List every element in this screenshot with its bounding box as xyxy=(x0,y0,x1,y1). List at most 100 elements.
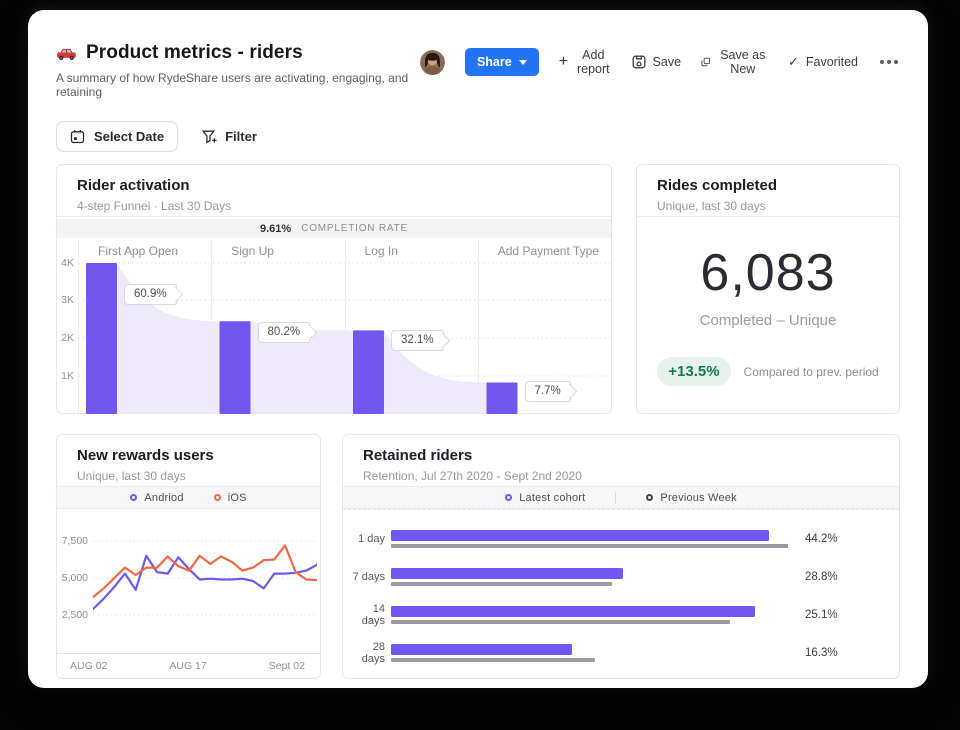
card-subtitle: 4-step Funnel · Last 30 Days xyxy=(77,199,591,213)
save-as-new-button[interactable]: Save as New xyxy=(701,48,768,76)
retention-row-label: 7 days xyxy=(349,571,385,583)
favorited-button[interactable]: ✓ Favorited xyxy=(788,54,858,70)
share-button[interactable]: Share xyxy=(465,48,539,76)
legend-ring-icon xyxy=(646,494,653,501)
page-subtitle: A summary of how RydeShare users are act… xyxy=(56,71,420,99)
funnel-step-header: Log In xyxy=(345,240,478,262)
line-chart[interactable]: 7,500 5,000 2,500 xyxy=(57,509,320,653)
funnel-plot[interactable]: 4K3K2K1K60.9%80.2%32.1%7.7% xyxy=(78,262,611,414)
retention-bar-previous xyxy=(391,620,730,624)
filter-row: Select Date Filter xyxy=(56,121,900,152)
y-axis-tick: 7,500 xyxy=(57,535,88,547)
legend-item-ios[interactable]: iOS xyxy=(214,492,247,504)
funnel-step-headers: First App OpenSign UpLog InAdd Payment T… xyxy=(78,240,611,262)
completion-rate-label: COMPLETION RATE xyxy=(301,223,408,234)
legend-label: iOS xyxy=(228,492,247,504)
conversion-rate-badge: 60.9% xyxy=(124,284,177,305)
retention-row-value: 44.2% xyxy=(791,533,877,545)
retention-bar-current xyxy=(391,606,755,617)
legend-label: Latest cohort xyxy=(519,492,585,504)
retention-row-value: 25.1% xyxy=(791,609,877,621)
calendar-icon xyxy=(70,129,85,144)
legend-item-previous-week[interactable]: Previous Week xyxy=(646,492,736,504)
metric-label: Completed – Unique xyxy=(700,312,837,329)
legend-label: Previous Week xyxy=(660,492,736,504)
retention-row-value: 16.3% xyxy=(791,647,877,659)
y-axis-tick: 3K xyxy=(57,294,74,306)
retention-row-label: 28 days xyxy=(349,641,385,665)
legend-item-andriod[interactable]: Andriod xyxy=(130,492,183,504)
x-axis-tick: AUG 02 xyxy=(70,660,107,672)
retention-bar-current xyxy=(391,644,572,655)
dashboard-canvas: Product metrics - riders A summary of ho… xyxy=(28,10,928,688)
card-title: Rides completed xyxy=(657,177,879,194)
retention-rows: 1 day 44.2% 7 days 28.8% 14 days 25.1% 28 days… xyxy=(343,509,899,672)
card-subtitle: Retention, Jul 27th 2020 - Sept 2nd 2020 xyxy=(363,469,879,483)
completion-rate-bar: 9.61% COMPLETION RATE xyxy=(57,219,611,238)
legend-divider xyxy=(615,492,616,504)
retention-row: 14 days 25.1% xyxy=(343,596,899,634)
retention-bar-current xyxy=(391,568,623,579)
y-axis-tick: 1K xyxy=(57,370,74,382)
delta-badge: +13.5% xyxy=(657,357,730,386)
new-rewards-users-card: New rewards users Unique, last 30 days A… xyxy=(56,434,321,679)
legend-ring-icon xyxy=(130,494,137,501)
y-axis-tick: 5,000 xyxy=(57,572,88,584)
retention-bar-track xyxy=(391,568,791,586)
chevron-down-icon xyxy=(519,60,527,65)
card-header: Rides completed Unique, last 30 days xyxy=(637,165,899,217)
y-axis-tick: 2,500 xyxy=(57,609,88,621)
card-header: Rider activation 4-step Funnel · Last 30… xyxy=(57,165,611,217)
card-header: Retained riders Retention, Jul 27th 2020… xyxy=(343,435,899,487)
retention-bar-previous xyxy=(391,544,788,548)
legend-ring-icon xyxy=(214,494,221,501)
more-options-icon[interactable] xyxy=(878,56,900,68)
retention-bar-current xyxy=(391,530,769,541)
retention-row-value: 28.8% xyxy=(791,571,877,583)
save-button[interactable]: Save xyxy=(632,55,682,69)
card-title: New rewards users xyxy=(77,447,300,464)
filter-icon xyxy=(202,130,217,144)
title-block: Product metrics - riders A summary of ho… xyxy=(56,42,420,99)
card-title: Retained riders xyxy=(363,447,879,464)
retention-row-label: 1 day xyxy=(349,533,385,545)
retention-row: 28 days 16.3% xyxy=(343,634,899,672)
retention-legend: Latest cohort Previous Week xyxy=(343,487,899,509)
legend-label: Andriod xyxy=(144,492,183,504)
conversion-rate-badge: 80.2% xyxy=(258,322,311,343)
funnel-chart: First App OpenSign UpLog InAdd Payment T… xyxy=(78,240,611,414)
retention-bar-previous xyxy=(391,582,612,586)
conversion-rate-badge: 7.7% xyxy=(525,381,571,402)
funnel-step-header: First App Open xyxy=(78,240,211,262)
legend-item-latest-cohort[interactable]: Latest cohort xyxy=(505,492,585,504)
page-title: Product metrics - riders xyxy=(86,42,303,64)
y-axis-tick: 2K xyxy=(57,332,74,344)
top-bar: Product metrics - riders A summary of ho… xyxy=(56,10,900,99)
copy-icon xyxy=(701,55,711,69)
retention-bar-track xyxy=(391,530,791,548)
x-axis-tick: Sept 02 xyxy=(269,660,305,672)
completion-rate-value: 9.61% xyxy=(260,223,291,235)
delta-note: Compared to prev. period xyxy=(744,365,879,379)
x-axis-labels: AUG 02AUG 17Sept 02 xyxy=(57,653,320,677)
retention-row-label: 14 days xyxy=(349,603,385,627)
user-avatar[interactable] xyxy=(420,50,445,75)
retention-bar-track xyxy=(391,644,791,662)
retention-bar-track xyxy=(391,606,791,624)
retained-riders-card: Retained riders Retention, Jul 27th 2020… xyxy=(342,434,900,679)
check-icon: ✓ xyxy=(788,54,799,70)
save-icon xyxy=(632,55,646,69)
card-header: New rewards users Unique, last 30 days xyxy=(57,435,320,487)
card-title: Rider activation xyxy=(77,177,591,194)
funnel-step-header: Add Payment Type xyxy=(478,240,611,262)
select-date-button[interactable]: Select Date xyxy=(56,121,178,152)
filter-button[interactable]: Filter xyxy=(202,129,257,144)
legend-ring-icon xyxy=(505,494,512,501)
add-report-button[interactable]: + Add report xyxy=(559,48,612,76)
metric-body: 6,083 Completed – Unique +13.5% Compared… xyxy=(637,217,899,386)
plus-icon: + xyxy=(559,57,568,67)
rider-activation-card: Rider activation 4-step Funnel · Last 30… xyxy=(56,164,612,414)
funnel-step-header: Sign Up xyxy=(211,240,344,262)
conversion-rate-badge: 32.1% xyxy=(391,330,444,351)
metric-value: 6,083 xyxy=(700,243,835,303)
